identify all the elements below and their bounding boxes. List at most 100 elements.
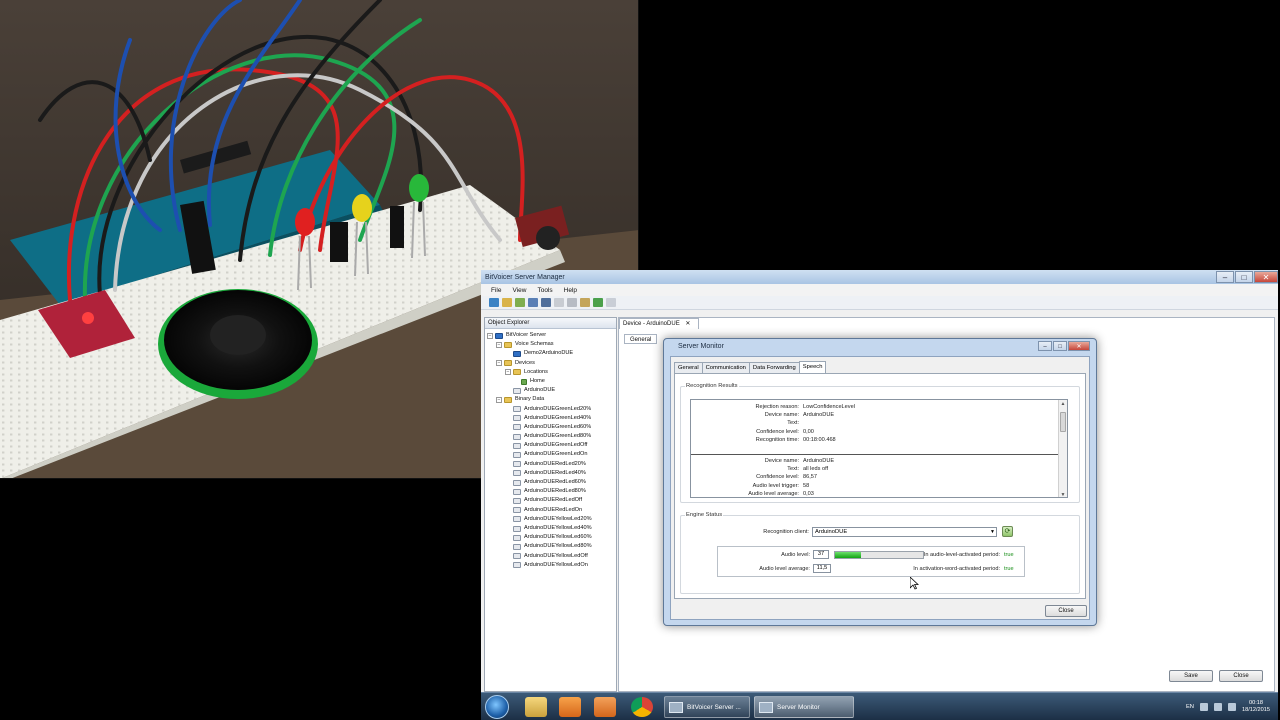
media-player-icon[interactable] (559, 697, 581, 717)
collapse-toggle-icon[interactable]: − (496, 360, 502, 367)
binary-data-item[interactable]: ArduinoDUEGreenLed80% (487, 432, 616, 441)
save-button[interactable]: Save (1169, 670, 1213, 682)
binary-data-item[interactable]: ArduinoDUEGreenLedOn (487, 450, 616, 459)
results-scrollbar[interactable]: ▲ ▼ (1058, 400, 1067, 497)
folder-icon (504, 396, 512, 403)
save-all-icon[interactable] (541, 298, 551, 307)
binary-data-item[interactable]: ArduinoDUERedLed60% (487, 478, 616, 487)
binary-data-item[interactable]: ArduinoDUEYellowLedOn (487, 561, 616, 570)
binary-data-item[interactable]: ArduinoDUEGreenLed20% (487, 405, 616, 414)
recognition-results-list[interactable]: Rejection reason: LowConfidenceLevel Devic… (690, 399, 1068, 498)
tree-location-home-label: Home (530, 377, 545, 384)
run-icon[interactable] (593, 298, 603, 307)
clock[interactable]: 00:18 18/12/2015 (1242, 700, 1270, 714)
dialog-close-icon[interactable]: ✕ (1068, 340, 1090, 351)
tab-general[interactable]: General (624, 334, 658, 344)
tree-voice-schemas[interactable]: − Voice Schemas (487, 340, 616, 349)
menu-tools[interactable]: Tools (537, 287, 552, 294)
collapse-toggle-icon[interactable]: − (496, 396, 502, 403)
binary-file-icon (513, 433, 521, 440)
start-button[interactable] (485, 695, 509, 719)
binary-data-item[interactable]: ArduinoDUEYellowLed60% (487, 533, 616, 542)
result-field-label: Audio level trigger: (752, 482, 799, 489)
flag-icon[interactable] (1214, 703, 1222, 711)
binary-data-item[interactable]: ArduinoDUEYellowLedOff (487, 552, 616, 561)
dialog-minimize-button[interactable]: – (1038, 340, 1052, 351)
collapse-toggle-icon[interactable]: − (487, 332, 493, 339)
binary-data-item[interactable]: ArduinoDUERedLed80% (487, 487, 616, 496)
tree-binary-data[interactable]: − Binary Data (487, 395, 616, 404)
binary-data-item-label: ArduinoDUEYellowLed60% (524, 534, 592, 541)
copy-icon[interactable] (567, 298, 577, 307)
tab-communication[interactable]: Communication (701, 362, 750, 373)
tab-general[interactable]: General (674, 362, 703, 373)
explorer-icon[interactable] (525, 697, 547, 717)
binary-data-item[interactable]: ArduinoDUERedLedOff (487, 496, 616, 505)
refresh-icon[interactable]: ⟳ (1002, 526, 1013, 537)
menu-file[interactable]: File (491, 287, 501, 294)
binary-data-list: ArduinoDUEGreenLed20% ArduinoDUEGreenLed4… (487, 405, 616, 570)
volume-icon[interactable] (1228, 703, 1236, 711)
tab-speech[interactable]: Speech (798, 361, 827, 373)
chrome-icon[interactable] (631, 697, 653, 717)
tree-root[interactable]: − BitVoicer Server (487, 331, 616, 340)
dialog-close-button[interactable]: Close (1045, 605, 1087, 617)
binary-file-icon (513, 442, 521, 449)
close-button[interactable]: Close (1219, 670, 1263, 682)
outlook-icon[interactable] (594, 697, 616, 717)
dialog-maximize-button[interactable]: □ (1053, 340, 1067, 351)
cut-icon[interactable] (554, 298, 564, 307)
binary-data-item-label: ArduinoDUERedLed20% (524, 460, 586, 467)
tree-schema-item[interactable]: Demo2ArduinoDUE (487, 349, 616, 358)
binary-data-item[interactable]: ArduinoDUERedLedOn (487, 506, 616, 515)
close-tab-icon[interactable]: ✕ (685, 321, 690, 327)
binary-file-icon (513, 452, 521, 459)
maximize-button[interactable]: □ (1235, 271, 1253, 283)
collapse-toggle-icon[interactable]: − (496, 341, 502, 348)
audio-level-average-label: Audio level average: (759, 566, 810, 572)
result-field-label: Rejection reason: (755, 404, 799, 410)
binary-data-item-label: ArduinoDUEYellowLed80% (524, 543, 592, 550)
binary-data-item-label: ArduinoDUEYellowLed40% (524, 524, 592, 531)
window-close-button[interactable]: ✕ (1254, 271, 1278, 283)
menu-view[interactable]: View (512, 287, 526, 294)
taskbar-bitvoicer[interactable]: BitVoicer Server ... (664, 696, 750, 718)
mouse-cursor-icon (910, 577, 919, 590)
recognition-result-2: Device name: ArduinoDUE Text: all leds off C… (691, 457, 1059, 497)
tab-data-forwarding[interactable]: Data Forwarding (748, 362, 800, 373)
menu-help[interactable]: Help (564, 287, 577, 294)
binary-data-item[interactable]: ArduinoDUEYellowLed40% (487, 524, 616, 533)
add-icon[interactable] (515, 298, 525, 307)
binary-data-item[interactable]: ArduinoDUEGreenLed60% (487, 423, 616, 432)
result-field-value: ArduinoDUE (803, 412, 835, 419)
binary-data-item[interactable]: ArduinoDUEYellowLed20% (487, 515, 616, 524)
binary-data-item[interactable]: ArduinoDUEGreenLed40% (487, 414, 616, 423)
binary-data-item[interactable]: ArduinoDUEGreenLedOff (487, 441, 616, 450)
minimize-button[interactable]: – (1216, 271, 1234, 283)
paste-icon[interactable] (580, 298, 590, 307)
tree-voice-schemas-label: Voice Schemas (515, 341, 554, 348)
scroll-down-icon[interactable]: ▼ (1059, 491, 1067, 497)
tree-location-home[interactable]: Home (487, 377, 616, 386)
tab-device-arduinodue[interactable]: Device - ArduinoDUE ✕ (619, 318, 700, 329)
binary-data-item[interactable]: ArduinoDUERedLed40% (487, 469, 616, 478)
tree-device-item[interactable]: ArduinoDUE (487, 386, 616, 395)
taskbar-server-monitor[interactable]: Server Monitor (754, 696, 854, 718)
scroll-up-icon[interactable]: ▲ (1059, 400, 1067, 408)
delete-icon[interactable] (606, 298, 616, 307)
tree-devices[interactable]: − Devices (487, 359, 616, 368)
binary-file-icon (513, 406, 521, 413)
new-folder-icon[interactable] (502, 298, 512, 307)
network-icon[interactable] (1200, 703, 1208, 711)
recognition-client-select[interactable]: ArduinoDUE ▼ (812, 527, 997, 537)
language-indicator[interactable]: EN (1186, 704, 1194, 710)
binary-data-item[interactable]: ArduinoDUEYellowLed80% (487, 542, 616, 551)
binary-data-item[interactable]: ArduinoDUERedLed20% (487, 460, 616, 469)
collapse-toggle-icon[interactable]: − (505, 369, 511, 376)
open-icon[interactable] (489, 298, 499, 307)
tree-locations[interactable]: − Locations (487, 368, 616, 377)
result-field-row: Confidence level: 0,00 (691, 428, 1059, 436)
recognition-results-group: Recognition Results Rejection reason: Low… (680, 383, 1080, 503)
save-icon[interactable] (528, 298, 538, 307)
scroll-thumb[interactable] (1060, 412, 1066, 432)
